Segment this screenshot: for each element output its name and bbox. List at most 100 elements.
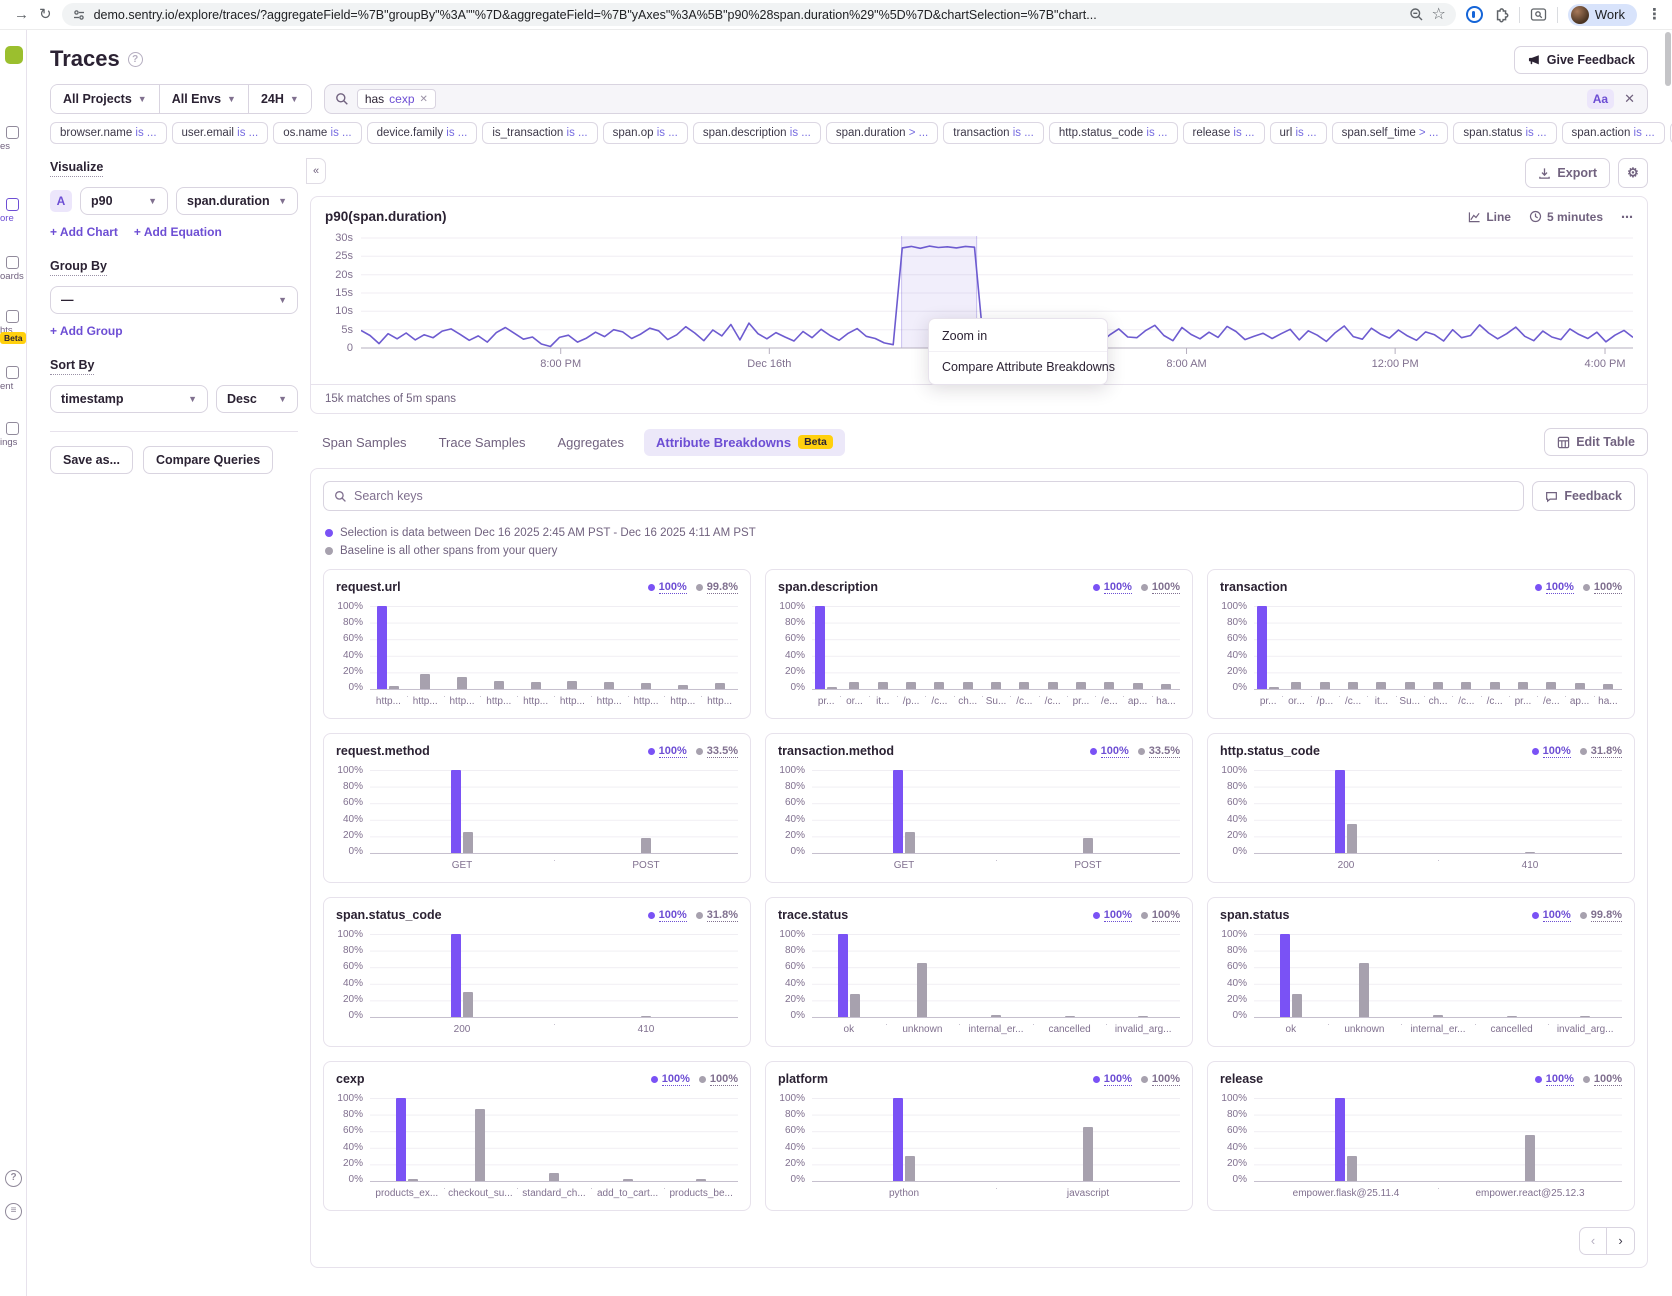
selection-percent-link[interactable]: 100% bbox=[1546, 1073, 1574, 1086]
breakdown-plot[interactable] bbox=[370, 606, 738, 690]
tab-search-icon[interactable] bbox=[1530, 7, 1547, 22]
zoom-indicator-icon[interactable] bbox=[1409, 7, 1424, 22]
add-equation-button[interactable]: + Add Equation bbox=[134, 225, 222, 239]
bar-group[interactable] bbox=[628, 606, 665, 689]
search-token[interactable]: has cexp ✕ bbox=[357, 89, 436, 109]
baseline-percent-link[interactable]: 31.8% bbox=[1591, 745, 1622, 758]
sentry-logo[interactable] bbox=[5, 46, 23, 64]
selection-percent-link[interactable]: 100% bbox=[1546, 581, 1574, 594]
bar-group[interactable] bbox=[1152, 606, 1180, 689]
next-page-button[interactable]: › bbox=[1607, 1227, 1635, 1255]
tab-attribute-breakdowns[interactable]: Attribute BreakdownsBeta bbox=[644, 429, 845, 456]
selection-percent-link[interactable]: 100% bbox=[1104, 581, 1132, 594]
bar-group[interactable] bbox=[1481, 606, 1509, 689]
bar-group[interactable] bbox=[1548, 934, 1622, 1017]
selection-percent-link[interactable]: 100% bbox=[1104, 909, 1132, 922]
url-text[interactable]: demo.sentry.io/explore/traces/?aggregate… bbox=[94, 8, 1401, 22]
bar-group[interactable] bbox=[444, 1098, 518, 1181]
baseline-percent-link[interactable]: 99.8% bbox=[1591, 909, 1622, 922]
bar-group[interactable] bbox=[554, 934, 738, 1017]
bar-group[interactable] bbox=[1033, 934, 1107, 1017]
bar-group[interactable] bbox=[1565, 606, 1593, 689]
bar-group[interactable] bbox=[1106, 934, 1180, 1017]
bar-group[interactable] bbox=[812, 770, 996, 853]
baseline-percent-link[interactable]: 99.8% bbox=[707, 581, 738, 594]
bar-group[interactable] bbox=[370, 1098, 444, 1181]
bar-group[interactable] bbox=[1424, 606, 1452, 689]
bar-group[interactable] bbox=[959, 934, 1033, 1017]
bar-group[interactable] bbox=[1537, 606, 1565, 689]
add-chart-button[interactable]: + Add Chart bbox=[50, 225, 118, 239]
selection-percent-link[interactable]: 100% bbox=[1543, 909, 1571, 922]
bar-group[interactable] bbox=[701, 606, 738, 689]
url-bar[interactable]: demo.sentry.io/explore/traces/?aggregate… bbox=[62, 3, 1456, 26]
sort-direction-select[interactable]: Desc▼ bbox=[216, 385, 298, 413]
filter-chip[interactable]: is_transaction is ... bbox=[482, 122, 597, 144]
bar-group[interactable] bbox=[517, 606, 554, 689]
filter-chip[interactable]: release is ... bbox=[1183, 122, 1265, 144]
save-as-button[interactable]: Save as... bbox=[50, 446, 133, 474]
forward-icon[interactable]: → bbox=[14, 7, 29, 22]
collapse-sidebar-button[interactable]: « bbox=[306, 158, 326, 184]
filter-chip[interactable]: transaction is ... bbox=[943, 122, 1044, 144]
remove-token-icon[interactable]: ✕ bbox=[420, 94, 428, 105]
breakdown-plot[interactable] bbox=[1254, 606, 1622, 690]
breakdown-plot[interactable] bbox=[370, 770, 738, 854]
bar-group[interactable] bbox=[1254, 770, 1438, 853]
bar-group[interactable] bbox=[925, 606, 953, 689]
filter-chip[interactable]: device.family is ... bbox=[367, 122, 478, 144]
bar-group[interactable] bbox=[886, 934, 960, 1017]
baseline-percent-link[interactable]: 100% bbox=[710, 1073, 738, 1086]
bar-group[interactable] bbox=[370, 770, 554, 853]
bar-group[interactable] bbox=[664, 1098, 738, 1181]
sidebar-item-ent[interactable]: ent bbox=[0, 366, 27, 392]
date-range-filter[interactable]: 24H▼ bbox=[249, 85, 311, 113]
bar-group[interactable] bbox=[1010, 606, 1038, 689]
sidebar-item-ore[interactable]: ore bbox=[0, 198, 27, 224]
baseline-percent-link[interactable]: 100% bbox=[1152, 581, 1180, 594]
selection-percent-link[interactable]: 100% bbox=[1543, 745, 1571, 758]
case-sensitivity-button[interactable]: Aa bbox=[1587, 89, 1614, 109]
sidebar-item-oards[interactable]: oards bbox=[0, 256, 27, 282]
selection-percent-link[interactable]: 100% bbox=[1104, 1073, 1132, 1086]
bar-group[interactable] bbox=[591, 1098, 665, 1181]
bar-group[interactable] bbox=[897, 606, 925, 689]
bar-group[interactable] bbox=[1452, 606, 1480, 689]
search-keys-input[interactable] bbox=[354, 489, 1513, 503]
group-by-select[interactable]: —▼ bbox=[50, 286, 298, 314]
selection-percent-link[interactable]: 100% bbox=[662, 1073, 690, 1086]
bar-group[interactable] bbox=[1254, 934, 1328, 1017]
export-button[interactable]: Export bbox=[1525, 158, 1610, 188]
add-group-button[interactable]: + Add Group bbox=[50, 324, 123, 338]
help-icon[interactable]: ? bbox=[5, 1170, 22, 1187]
bar-group[interactable] bbox=[812, 934, 886, 1017]
chart-more-button[interactable]: ⋯ bbox=[1621, 210, 1633, 224]
bar-group[interactable] bbox=[1254, 606, 1282, 689]
preferences-icon[interactable]: ≡ bbox=[5, 1203, 22, 1220]
bar-group[interactable] bbox=[1594, 606, 1622, 689]
compare-queries-button[interactable]: Compare Queries bbox=[143, 446, 273, 474]
previous-page-button[interactable]: ‹ bbox=[1579, 1227, 1607, 1255]
environment-filter[interactable]: All Envs▼ bbox=[160, 85, 249, 113]
bookmark-star-icon[interactable]: ☆ bbox=[1432, 7, 1446, 23]
bar-group[interactable] bbox=[591, 606, 628, 689]
context-menu-item-zoom-in[interactable]: Zoom in bbox=[929, 321, 1107, 352]
bar-group[interactable] bbox=[1401, 934, 1475, 1017]
breakdown-plot[interactable] bbox=[812, 606, 1180, 690]
breakdown-plot[interactable] bbox=[370, 1098, 738, 1182]
breakdown-plot[interactable] bbox=[812, 770, 1180, 854]
selection-percent-link[interactable]: 100% bbox=[659, 909, 687, 922]
sidebar-item-es[interactable]: es bbox=[0, 126, 27, 152]
bar-group[interactable] bbox=[982, 606, 1010, 689]
browser-scrollbar[interactable] bbox=[1664, 30, 1672, 1296]
bar-group[interactable] bbox=[812, 1098, 996, 1181]
bar-group[interactable] bbox=[1311, 606, 1339, 689]
baseline-percent-link[interactable]: 33.5% bbox=[707, 745, 738, 758]
breakdown-plot[interactable] bbox=[812, 934, 1180, 1018]
bar-group[interactable] bbox=[840, 606, 868, 689]
bar-group[interactable] bbox=[517, 1098, 591, 1181]
bar-group[interactable] bbox=[1282, 606, 1310, 689]
selection-percent-link[interactable]: 100% bbox=[659, 581, 687, 594]
baseline-percent-link[interactable]: 31.8% bbox=[707, 909, 738, 922]
tab-span-samples[interactable]: Span Samples bbox=[310, 429, 419, 456]
